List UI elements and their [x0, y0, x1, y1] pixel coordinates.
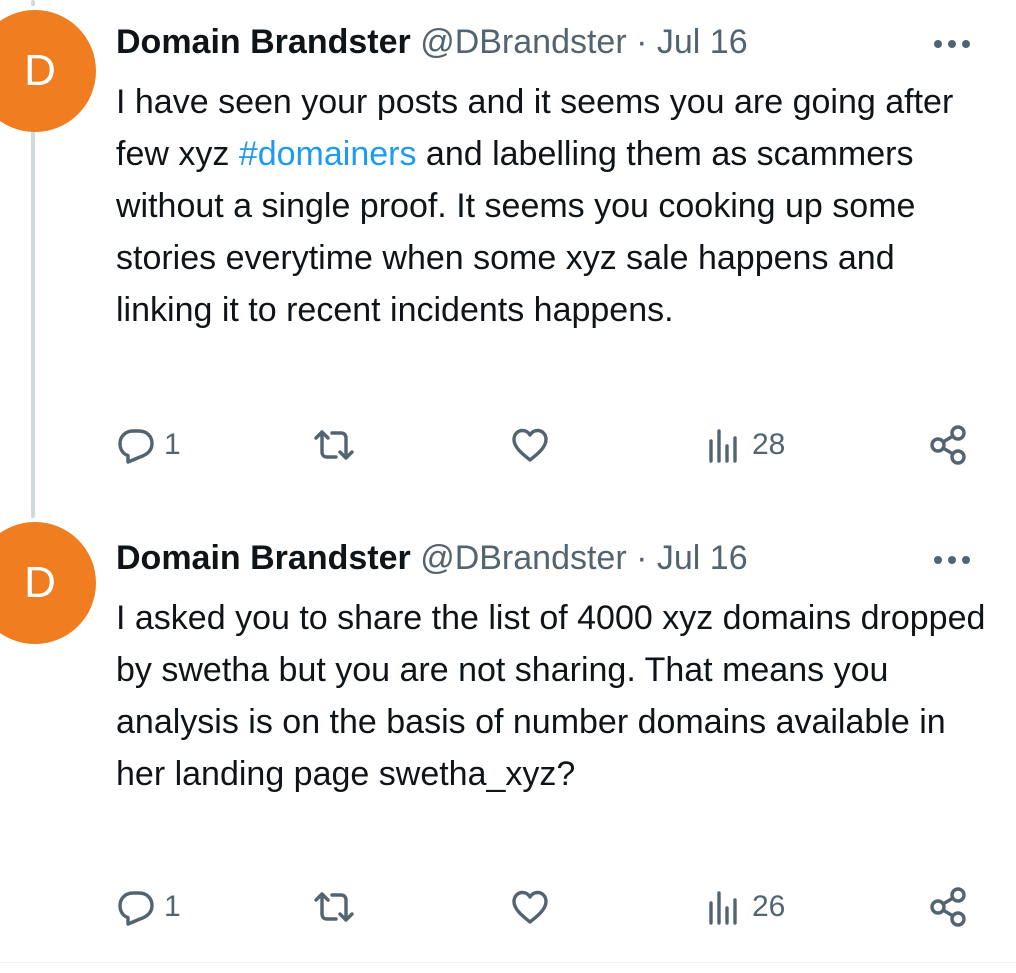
views-count: 26 — [752, 890, 786, 923]
like-icon — [512, 428, 548, 462]
more-options-button[interactable] — [930, 540, 974, 580]
reply-button[interactable]: 1 — [116, 882, 181, 932]
share-button[interactable] — [928, 420, 972, 470]
like-button[interactable] — [510, 882, 550, 932]
tweet[interactable]: D Domain Brandster @DBrandster · Jul 16 … — [0, 516, 1016, 966]
reply-icon — [118, 891, 154, 926]
retweet-button[interactable] — [312, 420, 356, 470]
display-name[interactable]: Domain Brandster — [116, 23, 411, 61]
more-options-button[interactable] — [930, 24, 974, 64]
reply-button[interactable]: 1 — [116, 420, 181, 470]
tweet-header: Domain Brandster @DBrandster · Jul 16 — [116, 536, 748, 580]
tweet[interactable]: D Domain Brandster @DBrandster · Jul 16 … — [0, 0, 1016, 500]
divider — [0, 962, 1016, 963]
retweet-button[interactable] — [312, 882, 356, 932]
handle-and-date[interactable]: @DBrandster · Jul 16 — [420, 539, 747, 577]
reply-icon — [118, 429, 154, 464]
handle-and-date[interactable]: @DBrandster · Jul 16 — [420, 23, 747, 61]
tweet-header: Domain Brandster @DBrandster · Jul 16 — [116, 20, 748, 64]
views-count: 28 — [752, 428, 786, 461]
views-button[interactable]: 28 — [704, 420, 785, 470]
display-name[interactable]: Domain Brandster — [116, 539, 411, 577]
tweet-actions: 1 28 — [116, 420, 976, 470]
retweet-icon — [314, 892, 354, 922]
views-button[interactable]: 26 — [704, 882, 785, 932]
tweet-actions: 1 26 — [116, 882, 976, 932]
views-icon — [709, 429, 737, 463]
more-icon — [934, 40, 970, 48]
retweet-icon — [314, 430, 354, 460]
like-icon — [512, 890, 548, 924]
share-button[interactable] — [928, 882, 972, 932]
avatar[interactable]: D — [0, 10, 96, 132]
like-button[interactable] — [510, 420, 550, 470]
views-icon — [709, 891, 737, 925]
share-icon — [930, 425, 966, 465]
share-icon — [930, 887, 966, 927]
tweet-text: I have seen your posts and it seems you … — [116, 76, 996, 336]
hashtag-link[interactable]: #domainers — [239, 135, 417, 173]
avatar[interactable]: D — [0, 522, 96, 644]
reply-count: 1 — [164, 428, 181, 461]
tweet-text: I asked you to share the list of 4000 xy… — [116, 599, 986, 793]
reply-count: 1 — [164, 890, 181, 923]
more-icon — [934, 556, 970, 564]
